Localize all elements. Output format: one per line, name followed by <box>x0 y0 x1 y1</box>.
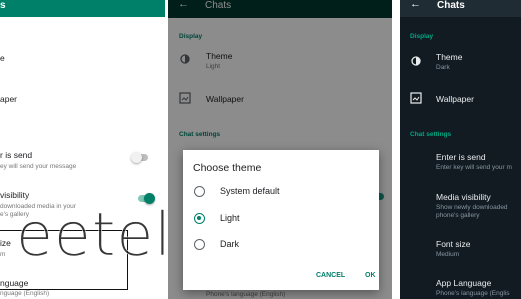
media-visibility-subtitle-2: phone's gallery <box>436 212 480 219</box>
media-visibility-subtitle-1: Show newly downloaded <box>436 204 508 211</box>
chat-settings-section-header: Chat settings <box>410 131 452 138</box>
font-size-setting[interactable]: Font size Medium <box>400 237 521 261</box>
app-language-setting[interactable]: App Language Phone's language (Englis <box>400 276 521 299</box>
back-arrow-icon[interactable]: ← <box>410 0 421 10</box>
app-bar: ← Chats <box>400 0 521 17</box>
choose-theme-dialog: Choose theme System default Light Dark C… <box>183 150 379 290</box>
app-bar-title: s <box>0 0 6 11</box>
wallpaper-label: Wallpaper <box>436 94 474 104</box>
wallpaper-setting[interactable]: Wallpaper <box>400 90 521 108</box>
ok-button[interactable]: OK <box>365 272 376 279</box>
app-language-subtitle: nguage (English) <box>0 290 50 297</box>
font-size-title: Font size <box>436 239 471 249</box>
option-dark[interactable]: Dark <box>193 238 373 252</box>
theme-value: e <box>0 53 5 63</box>
dialog-title: Choose theme <box>193 162 262 174</box>
enter-is-send-toggle[interactable] <box>131 152 148 163</box>
option-label: Dark <box>220 239 240 249</box>
enter-is-send-subtitle: ey will send your message <box>0 163 77 170</box>
light-settings-panel: s e aper r is send ey will send your mes… <box>0 0 165 299</box>
watermark-logo: eetel <box>16 200 165 270</box>
wallpaper-label: aper <box>0 94 18 104</box>
media-visibility-title: Media visibility <box>436 192 491 202</box>
app-bar-title: Chats <box>437 0 465 11</box>
enter-is-send-subtitle: Enter key will send your m <box>436 164 512 171</box>
enter-is-send-setting[interactable]: r is send ey will send your message <box>0 150 165 174</box>
theme-setting[interactable]: Theme Dark <box>400 50 521 74</box>
enter-is-send-title: Enter is send <box>436 152 486 162</box>
app-language-subtitle: Phone's language (Englis <box>436 290 510 297</box>
theme-subtitle: Dark <box>436 64 450 71</box>
media-visibility-title: visibility <box>0 190 30 200</box>
radio-unselected[interactable] <box>194 186 205 197</box>
theme-setting[interactable]: e <box>0 50 165 68</box>
radio-selected[interactable] <box>194 213 205 224</box>
display-section-header: Display <box>410 33 434 40</box>
option-light[interactable]: Light <box>193 212 373 226</box>
option-label: Light <box>220 213 240 223</box>
option-label: System default <box>220 186 280 196</box>
app-language-title: App Language <box>436 278 492 288</box>
app-bar: s <box>0 0 165 17</box>
cancel-button[interactable]: CANCEL <box>316 272 345 279</box>
dark-settings-panel: ← Chats Display Theme Dark Wallpaper Cha… <box>400 0 521 299</box>
choose-theme-panel: ← Chats Display Theme Light Wallpaper Ch… <box>168 0 392 299</box>
enter-is-send-title: r is send <box>0 150 33 160</box>
theme-title: Theme <box>436 52 463 62</box>
wallpaper-setting[interactable]: aper <box>0 90 165 108</box>
option-system-default[interactable]: System default <box>193 185 373 199</box>
media-visibility-setting[interactable]: Media visibility Show newly downloaded p… <box>400 190 521 220</box>
radio-unselected[interactable] <box>194 239 205 250</box>
theme-icon <box>411 56 421 66</box>
wallpaper-icon <box>410 92 422 104</box>
enter-is-send-setting[interactable]: Enter is send Enter key will send your m <box>400 150 521 174</box>
font-size-subtitle: Medium <box>436 251 460 258</box>
